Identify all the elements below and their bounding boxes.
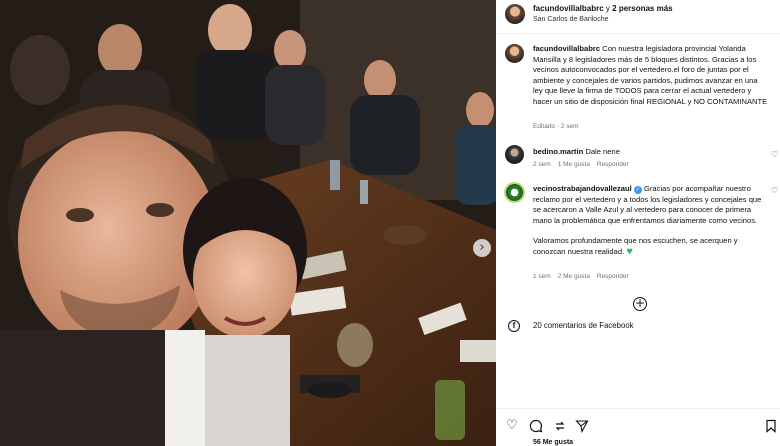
share-icon[interactable] bbox=[553, 419, 567, 433]
comment-like-heart-icon[interactable]: ♡ bbox=[771, 186, 778, 195]
comment-time: 1 sem bbox=[533, 273, 551, 280]
next-photo-button[interactable]: › bbox=[473, 239, 491, 257]
post-photo[interactable]: › bbox=[0, 0, 496, 446]
group-selfie-image bbox=[0, 0, 496, 446]
comment-meta: 2 sem 1 Me gusta Responder bbox=[533, 161, 636, 168]
comment-paragraph: vecinostrabajandovallezaul ✓ Gracias por… bbox=[533, 184, 765, 226]
comment-likes[interactable]: 2 Me gusta bbox=[558, 273, 590, 280]
authors-connector: y bbox=[603, 4, 613, 13]
caption-username[interactable]: facundovillalbabrc bbox=[533, 44, 600, 53]
comment-text: bedino.martin Dale nene bbox=[533, 147, 763, 158]
comment-time: 2 sem bbox=[533, 161, 551, 168]
post-location[interactable]: San Carlos de Bariloche bbox=[533, 16, 609, 23]
bookmark-icon[interactable] bbox=[764, 419, 778, 433]
comment-like-heart-icon[interactable]: ♡ bbox=[771, 150, 778, 159]
load-more-comments-plus-icon[interactable]: + bbox=[633, 297, 647, 311]
comment-username[interactable]: bedino.martin bbox=[533, 147, 583, 156]
caption-avatar[interactable] bbox=[505, 44, 524, 63]
caption-text: facundovillalbabrc Con nuestra legislado… bbox=[533, 44, 769, 107]
post-actions-bar: ♡ 56 Me gusta bbox=[496, 408, 780, 446]
comment-reply[interactable]: Responder bbox=[597, 161, 629, 168]
comment-meta: 1 sem 2 Me gusta Responder bbox=[533, 273, 636, 280]
likes-count[interactable]: 56 Me gusta bbox=[533, 439, 573, 446]
comment-text: vecinostrabajandovallezaul ✓ Gracias por… bbox=[533, 184, 765, 257]
comment-paragraph: Valoramos profundamente que nos escuchen… bbox=[533, 236, 765, 257]
post-side-panel: facundovillalbabrc y 2 personas más San … bbox=[496, 0, 780, 446]
author-username[interactable]: facundovillalbabrc bbox=[533, 4, 604, 13]
comment-avatar[interactable] bbox=[504, 182, 525, 203]
paper-plane-icon[interactable] bbox=[575, 419, 589, 434]
post-header: facundovillalbabrc y 2 personas más San … bbox=[496, 0, 780, 34]
comment-body: Dale nene bbox=[583, 147, 620, 156]
green-heart-emoji-icon: ♥ bbox=[626, 246, 634, 256]
verified-badge-icon: ✓ bbox=[633, 186, 642, 194]
comment-reply[interactable]: Responder bbox=[597, 273, 629, 280]
facebook-icon: f bbox=[508, 320, 520, 332]
comment-body: Valoramos profundamente que nos escuchen… bbox=[533, 236, 738, 256]
coauthors-link[interactable]: 2 personas más bbox=[612, 4, 672, 13]
facebook-comments-link[interactable]: f 20 comentarios de Facebook bbox=[496, 318, 780, 334]
like-heart-icon[interactable]: ♡ bbox=[505, 419, 519, 433]
author-avatar[interactable] bbox=[505, 4, 525, 24]
comment-avatar[interactable] bbox=[505, 145, 524, 164]
comment-icon[interactable] bbox=[529, 419, 543, 433]
caption-body: Con nuestra legisladora provincial Yolan… bbox=[533, 44, 768, 106]
caption-meta: Editado · 2 sem bbox=[533, 123, 579, 130]
comment-likes[interactable]: 1 Me gusta bbox=[558, 161, 590, 168]
post-authors: facundovillalbabrc y 2 personas más bbox=[533, 4, 673, 13]
facebook-comments-text: 20 comentarios de Facebook bbox=[533, 321, 634, 330]
comment-username[interactable]: vecinostrabajandovallezaul bbox=[533, 184, 632, 193]
